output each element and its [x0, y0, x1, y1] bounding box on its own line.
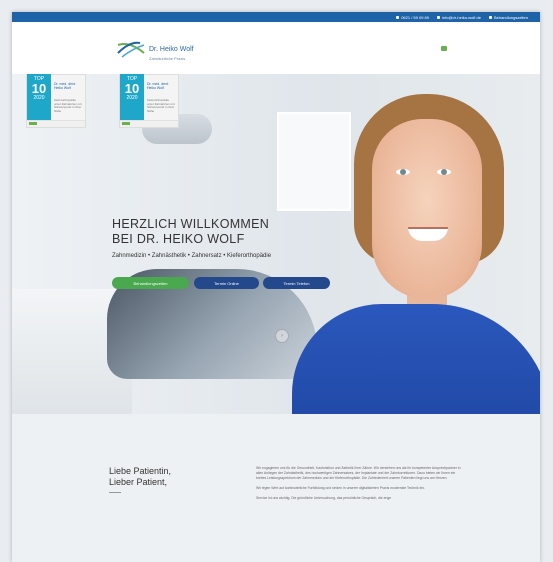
browser-page: 0621 / 59 09 89 info@dr-heiko-wolf.de Be…	[12, 12, 540, 562]
mail-icon	[437, 15, 440, 19]
logo-subtitle: Zahnärztliche Praxis	[149, 56, 186, 61]
top10-badge-1[interactable]: TOP 10 2020 Dr. med. dent. Heiko Wolf Ki…	[26, 74, 86, 128]
badge-footer	[120, 120, 178, 127]
badge-footer	[27, 120, 85, 127]
paragraph: Service ist uns wichtig. Die gründliche …	[256, 496, 392, 500]
hero-title: HERZLICH WILLKOMMEN BEI DR. HEIKO WOLF	[112, 217, 270, 246]
paragraph: Wir engagieren uns für die Gesundheit, K…	[256, 466, 461, 480]
phone-icon	[396, 15, 400, 19]
treatment-times-button[interactable]: Behandlungszeiten	[112, 277, 189, 289]
dentist-shirt	[292, 304, 540, 414]
badge-rank: TOP 10 2020	[120, 74, 144, 122]
email-link[interactable]: info@dr-heiko-wolf.de	[437, 15, 481, 20]
divider	[109, 492, 121, 493]
logo-name: Dr. Heiko Wolf	[149, 46, 194, 53]
logo[interactable]: Dr. Heiko Wolf Zahnärztliche Praxis	[116, 38, 194, 61]
paragraph: Wir legen Wert auf kontinuierliche Fortb…	[256, 486, 425, 490]
welcome-text: Wir engagieren uns für die Gesundheit, K…	[256, 466, 461, 506]
top10-badge-2[interactable]: TOP 10 2020 Dr. med. dent. Heiko Wolf Ki…	[119, 74, 179, 128]
site-header: Dr. Heiko Wolf Zahnärztliche Praxis MENU	[12, 22, 540, 80]
logo-mark-icon	[117, 41, 145, 58]
dentist-eye-left	[396, 169, 410, 175]
phone-link[interactable]: 0621 / 59 09 89	[396, 15, 429, 20]
scroll-down-icon[interactable]: ›	[275, 329, 289, 343]
dentist-eye-right	[437, 169, 451, 175]
hero-section: TOP 10 2020 Dr. med. dent. Heiko Wolf Ki…	[12, 74, 540, 414]
calendar-icon	[488, 15, 492, 19]
dentist-face	[372, 119, 482, 299]
top-bar: 0621 / 59 09 89 info@dr-heiko-wolf.de Be…	[12, 12, 540, 22]
greeting-heading: Liebe Patientin, Lieber Patient,	[109, 466, 172, 487]
phone-appointment-button[interactable]: Termin Telefon	[263, 277, 330, 289]
badge-rank: TOP 10 2020	[27, 74, 51, 122]
welcome-section: Liebe Patientin, Lieber Patient, Wir eng…	[12, 414, 540, 562]
hero-subtitle: Zahnmedizin • Zahnästhetik • Zahnersatz …	[112, 253, 272, 259]
online-appointment-button[interactable]: Termin Online	[194, 277, 259, 289]
menu-icon[interactable]	[441, 46, 447, 51]
window-decor	[277, 112, 351, 211]
treatment-times-link[interactable]: Behandlungszeiten	[488, 15, 528, 20]
